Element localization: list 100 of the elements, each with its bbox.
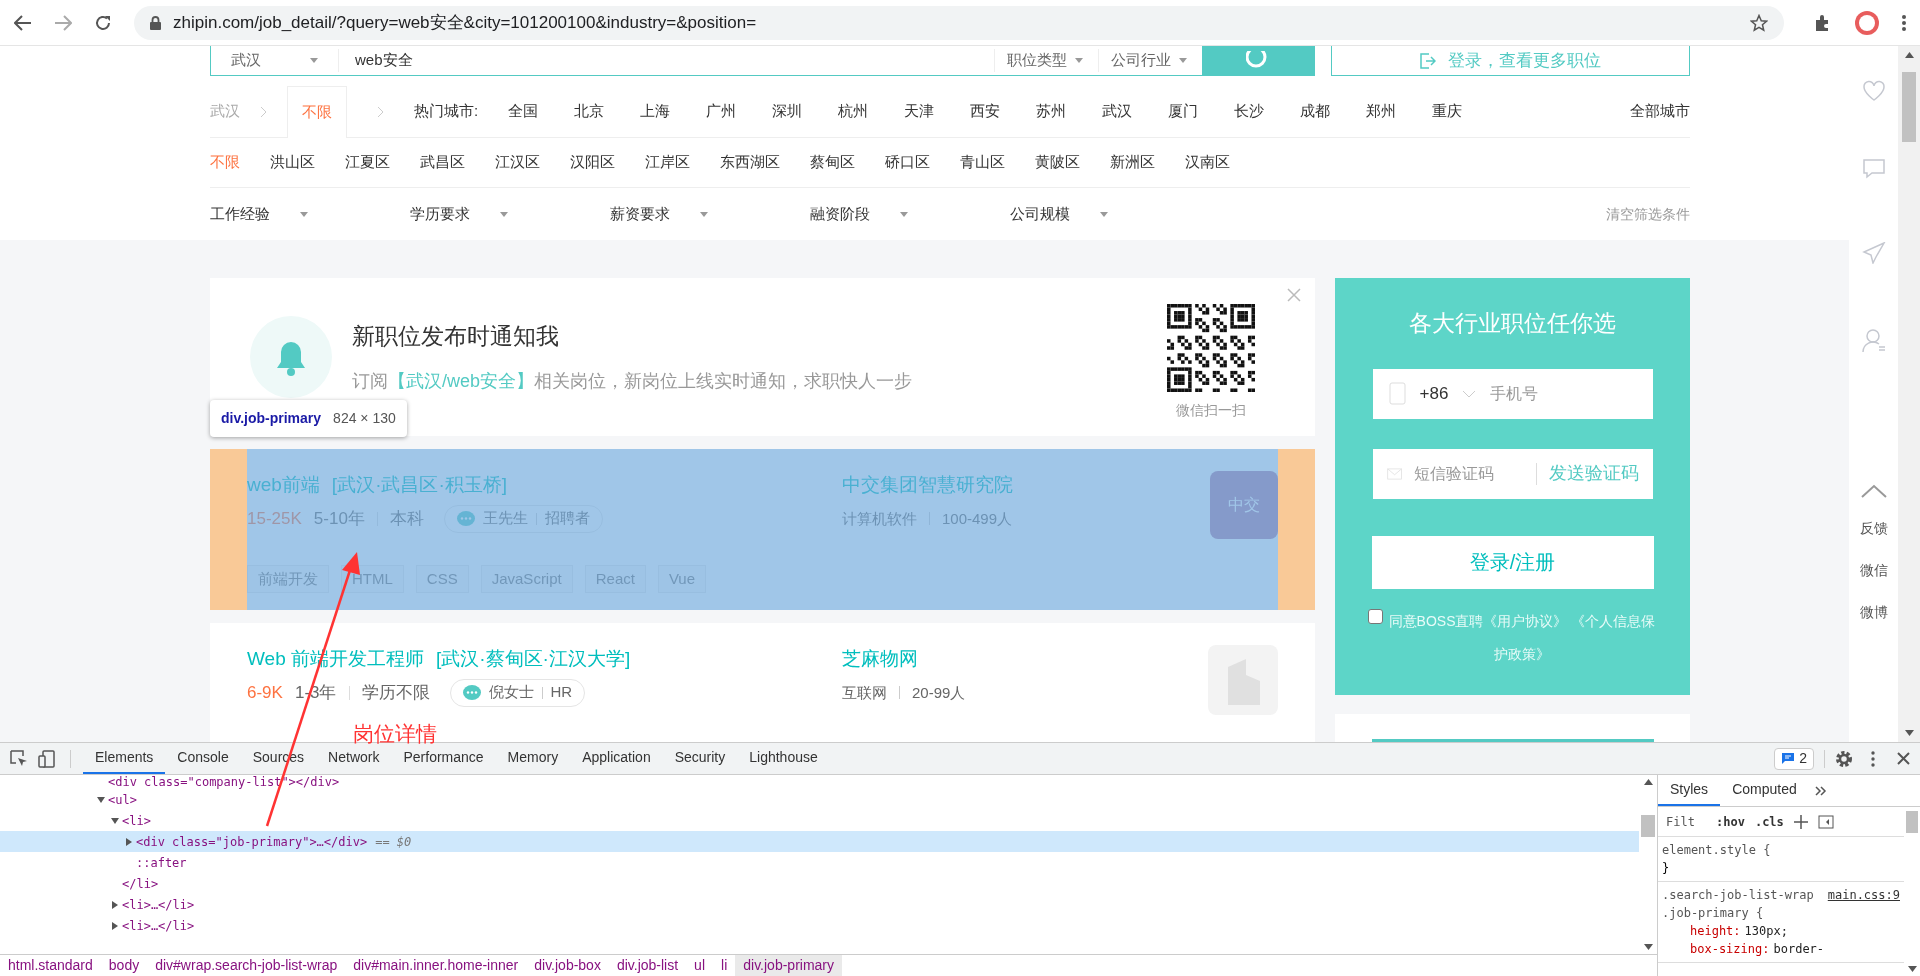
devtools-tab[interactable]: Application bbox=[570, 743, 663, 774]
devtools-tab[interactable]: Security bbox=[662, 743, 738, 774]
filter-dropdown[interactable]: 公司规模 bbox=[1010, 202, 1210, 226]
district-link[interactable]: 江汉区 bbox=[495, 151, 540, 174]
devtools-tab[interactable]: Memory bbox=[495, 743, 571, 774]
phone-field[interactable]: +86 手机号 bbox=[1372, 368, 1653, 419]
breadcrumb-item[interactable]: html.standard bbox=[0, 955, 101, 976]
city-select[interactable]: 武汉 bbox=[211, 49, 339, 72]
city-link[interactable]: 广州 bbox=[706, 100, 737, 123]
cls-toggle[interactable]: .cls bbox=[1754, 812, 1784, 831]
expanded-triangle-icon[interactable] bbox=[96, 794, 106, 805]
chevron-up-icon[interactable] bbox=[1860, 484, 1887, 498]
side-tool-link[interactable]: 反馈 bbox=[1859, 518, 1888, 539]
reload-icon[interactable] bbox=[94, 13, 112, 32]
breadcrumb-item[interactable]: div#main.inner.home-inner bbox=[345, 955, 527, 976]
scrollbar-thumb[interactable] bbox=[1902, 72, 1916, 142]
dom-node[interactable]: <li>…</li> bbox=[0, 915, 1639, 936]
district-link[interactable]: 江岸区 bbox=[645, 151, 690, 174]
district-link[interactable]: 硚口区 bbox=[885, 151, 930, 174]
breadcrumb-item[interactable]: div.job-box bbox=[526, 955, 609, 976]
city-link[interactable]: 厦门 bbox=[1168, 100, 1199, 123]
scrollbar-thumb[interactable] bbox=[1641, 815, 1655, 837]
all-cities-link[interactable]: 全部城市 bbox=[1630, 100, 1690, 123]
css-source-link[interactable]: main.css:9 bbox=[1827, 886, 1900, 922]
more-icon[interactable] bbox=[1871, 750, 1875, 767]
breadcrumb-item[interactable]: div#wrap.search-job-list-wrap bbox=[147, 955, 346, 976]
district-link[interactable]: 武昌区 bbox=[420, 151, 465, 174]
scroll-down-icon[interactable] bbox=[1643, 944, 1653, 950]
district-link[interactable]: 汉南区 bbox=[1185, 151, 1230, 174]
more-tabs-icon[interactable] bbox=[1814, 785, 1827, 796]
back-icon[interactable] bbox=[14, 14, 32, 31]
menu-icon[interactable] bbox=[1902, 14, 1906, 31]
city-link[interactable]: 成都 bbox=[1300, 100, 1331, 123]
close-icon[interactable] bbox=[1897, 752, 1910, 765]
dom-node[interactable]: <div class="job-primary">…</div> == $0 bbox=[0, 831, 1639, 852]
city-link[interactable]: 武汉 bbox=[1102, 100, 1133, 123]
breadcrumb-item[interactable]: div.job-list bbox=[608, 955, 687, 976]
city-link[interactable]: 全国 bbox=[508, 100, 539, 123]
filter-select[interactable]: 职位类型 bbox=[994, 49, 1098, 72]
dom-node[interactable]: ::after bbox=[0, 852, 1639, 873]
country-code[interactable]: +86 bbox=[1419, 380, 1449, 407]
device-icon[interactable] bbox=[38, 749, 56, 768]
city-link[interactable]: 上海 bbox=[640, 100, 671, 123]
district-link[interactable]: 黄陂区 bbox=[1035, 151, 1080, 174]
devtools-tab[interactable]: Lighthouse bbox=[737, 743, 830, 774]
dom-node[interactable]: <li>…</li> bbox=[0, 894, 1639, 915]
city-link[interactable]: 长沙 bbox=[1234, 100, 1265, 123]
devtools-tab[interactable]: Console bbox=[165, 743, 241, 774]
devtools-tab[interactable]: Elements bbox=[83, 743, 166, 774]
side-tool-link[interactable]: 微信 bbox=[1859, 560, 1888, 581]
settings-icon[interactable] bbox=[1835, 749, 1853, 768]
district-link[interactable]: 新洲区 bbox=[1110, 151, 1155, 174]
collapsed-triangle-icon[interactable] bbox=[110, 920, 120, 931]
scrollbar-thumb[interactable] bbox=[1906, 811, 1918, 833]
district-link[interactable]: 江夏区 bbox=[345, 151, 390, 174]
avatar-icon[interactable] bbox=[1854, 9, 1880, 36]
filter-dropdown[interactable]: 融资阶段 bbox=[810, 202, 1010, 226]
city-link[interactable]: 重庆 bbox=[1432, 100, 1463, 123]
styles-tab[interactable]: Styles bbox=[1658, 775, 1721, 806]
collapsed-triangle-icon[interactable] bbox=[110, 899, 120, 910]
city-link[interactable]: 郑州 bbox=[1366, 100, 1397, 123]
filter-dropdown[interactable]: 薪资要求 bbox=[610, 202, 810, 226]
city-link[interactable]: 西安 bbox=[970, 100, 1001, 123]
issues-badge[interactable]: 2 bbox=[1774, 747, 1814, 770]
dom-node[interactable]: <ul> bbox=[0, 789, 1639, 810]
scroll-down-icon[interactable] bbox=[1907, 966, 1917, 972]
search-input[interactable]: web安全 bbox=[339, 49, 994, 72]
district-link[interactable]: 洪山区 bbox=[270, 151, 315, 174]
district-link[interactable]: 青山区 bbox=[960, 151, 1005, 174]
star-icon[interactable] bbox=[1750, 13, 1768, 32]
city-link[interactable]: 天津 bbox=[904, 100, 935, 123]
styles-tab[interactable]: Computed bbox=[1720, 775, 1809, 806]
sidebar-toggle-icon[interactable] bbox=[1817, 814, 1834, 829]
code-input[interactable]: 短信验证码 bbox=[1413, 461, 1524, 486]
district-link[interactable]: 蔡甸区 bbox=[810, 151, 855, 174]
filter-dropdown[interactable]: 学历要求 bbox=[410, 202, 610, 226]
dom-node[interactable]: <li> bbox=[0, 810, 1639, 831]
breadcrumb-item[interactable]: ul bbox=[686, 955, 713, 976]
district-link[interactable]: 汉阳区 bbox=[570, 151, 615, 174]
scroll-up-icon[interactable] bbox=[1904, 52, 1914, 58]
phone-input[interactable]: 手机号 bbox=[1490, 381, 1611, 406]
breadcrumb-item[interactable]: div.job-primary bbox=[735, 955, 842, 976]
expanded-triangle-icon[interactable] bbox=[110, 815, 120, 826]
scroll-up-icon[interactable] bbox=[1643, 779, 1653, 785]
district-link[interactable]: 东西湖区 bbox=[720, 151, 780, 174]
hov-toggle[interactable]: :hov bbox=[1716, 812, 1745, 831]
plus-icon[interactable] bbox=[1793, 814, 1808, 829]
collapsed-triangle-icon[interactable] bbox=[124, 836, 134, 847]
breadcrumb-item[interactable]: body bbox=[100, 955, 148, 976]
agree-checkbox[interactable] bbox=[1367, 608, 1383, 624]
breadcrumb-item[interactable]: li bbox=[713, 955, 736, 976]
city-link[interactable]: 北京 bbox=[574, 100, 605, 123]
city-link[interactable]: 杭州 bbox=[838, 100, 869, 123]
address-bar[interactable]: zhipin.com/job_detail/?query=web安全&city=101200100&industry=&position= bbox=[134, 5, 1784, 40]
city-link[interactable]: 苏州 bbox=[1036, 100, 1067, 123]
city-link[interactable]: 深圳 bbox=[772, 100, 803, 123]
inspect-icon[interactable] bbox=[10, 749, 28, 768]
side-tool-link[interactable]: 微博 bbox=[1859, 602, 1888, 623]
scroll-down-icon[interactable] bbox=[1904, 730, 1914, 736]
filter-dropdown[interactable]: 工作经验 bbox=[210, 202, 410, 226]
